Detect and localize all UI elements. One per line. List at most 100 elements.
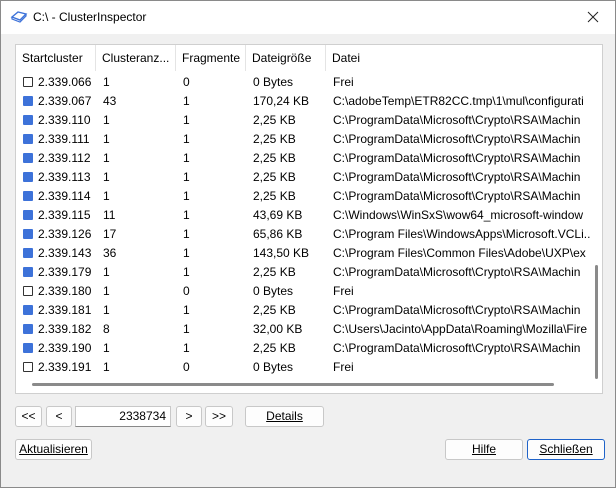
- clusteranzahl-cell: 8: [103, 322, 110, 336]
- next-button[interactable]: >: [176, 406, 202, 427]
- column-header-clusteranzahl[interactable]: Clusteranz...: [96, 45, 176, 71]
- column-header-fragmente[interactable]: Fragmente: [176, 45, 246, 71]
- row-checkbox[interactable]: [23, 96, 33, 106]
- table-row[interactable]: 2.339.182 8 1 32,00 KB C:\Users\Jacinto\AppD…: [16, 320, 602, 339]
- dateigroesse-cell: 65,86 KB: [253, 227, 303, 241]
- dateigroesse-cell: 2,25 KB: [253, 189, 296, 203]
- table-row[interactable]: 2.339.067 43 1 170,24 KB C:\adobeTemp\ETR82C…: [16, 92, 602, 111]
- previous-button[interactable]: <: [46, 406, 72, 427]
- table-row[interactable]: 2.339.114 1 1 2,25 KB C:\ProgramData\Microso…: [16, 187, 602, 206]
- row-checkbox[interactable]: [23, 172, 33, 182]
- startcluster-cell: 2.339.110: [38, 113, 91, 127]
- help-button[interactable]: Hilfe: [445, 439, 523, 460]
- row-checkbox[interactable]: [23, 248, 33, 258]
- close-button[interactable]: Schließen: [527, 439, 605, 460]
- fragmente-cell: 1: [183, 170, 190, 184]
- close-label: Schließen: [539, 442, 593, 456]
- clusteranzahl-cell: 43: [103, 94, 117, 108]
- row-checkbox[interactable]: [23, 191, 33, 201]
- startcluster-cell: 2.339.112: [38, 151, 91, 165]
- table-row[interactable]: 2.339.112 1 1 2,25 KB C:\ProgramData\Microso…: [16, 149, 602, 168]
- dateigroesse-cell: 43,69 KB: [253, 208, 303, 222]
- fragmente-cell: 1: [183, 265, 190, 279]
- datei-cell: C:\ProgramData\Microsoft\Crypto\RSA\Mach…: [333, 113, 581, 127]
- table-row[interactable]: 2.339.113 1 1 2,25 KB C:\ProgramData\Microso…: [16, 168, 602, 187]
- row-checkbox[interactable]: [23, 115, 33, 125]
- table-row[interactable]: 2.339.181 1 1 2,25 KB C:\ProgramData\Microso…: [16, 301, 602, 320]
- fragmente-cell: 1: [183, 151, 190, 165]
- dateigroesse-cell: 2,25 KB: [253, 170, 296, 184]
- details-button[interactable]: Details: [245, 406, 324, 427]
- row-checkbox[interactable]: [23, 362, 33, 372]
- table-row[interactable]: 2.339.110 1 1 2,25 KB C:\ProgramData\Microso…: [16, 111, 602, 130]
- table-row[interactable]: 2.339.115 11 1 43,69 KB C:\Windows\WinSxS\wo…: [16, 206, 602, 225]
- datei-cell: C:\Program Files\WindowsApps\Microsoft.V…: [333, 227, 591, 241]
- table-row[interactable]: 2.339.191 1 0 0 Bytes Frei: [16, 358, 602, 377]
- dateigroesse-cell: 0 Bytes: [253, 284, 294, 298]
- dateigroesse-cell: 2,25 KB: [253, 303, 296, 317]
- table-row[interactable]: 2.339.143 36 1 143,50 KB C:\Program Files\Co…: [16, 244, 602, 263]
- row-checkbox[interactable]: [23, 77, 33, 87]
- clusteranzahl-cell: 1: [103, 341, 110, 355]
- row-checkbox[interactable]: [23, 267, 33, 277]
- table-row[interactable]: 2.339.180 1 0 0 Bytes Frei: [16, 282, 602, 301]
- startcluster-cell: 2.339.113: [38, 170, 91, 184]
- startcluster-cell: 2.339.182: [38, 322, 92, 336]
- row-checkbox[interactable]: [23, 210, 33, 220]
- cluster-number-field[interactable]: 2338734: [75, 406, 171, 427]
- fragmente-cell: 1: [183, 189, 190, 203]
- datei-cell: C:\Users\Jacinto\AppData\Roaming\Mozilla…: [333, 322, 588, 336]
- datei-cell: C:\ProgramData\Microsoft\Crypto\RSA\Mach…: [333, 132, 581, 146]
- startcluster-cell: 2.339.191: [38, 360, 92, 374]
- datei-cell: Frei: [333, 360, 354, 374]
- fragmente-cell: 1: [183, 341, 190, 355]
- row-checkbox[interactable]: [23, 324, 33, 334]
- row-checkbox[interactable]: [23, 153, 33, 163]
- startcluster-cell: 2.339.111: [38, 132, 90, 146]
- row-checkbox[interactable]: [23, 229, 33, 239]
- fragmente-cell: 0: [183, 360, 190, 374]
- cluster-list[interactable]: Startcluster Clusteranz... Fragmente Dat…: [15, 44, 603, 394]
- horizontal-scrollbar[interactable]: [32, 383, 554, 386]
- dateigroesse-cell: 2,25 KB: [253, 132, 296, 146]
- clusteranzahl-cell: 1: [103, 170, 110, 184]
- disk-outline-icon: [10, 10, 28, 24]
- table-row[interactable]: 2.339.111 1 1 2,25 KB C:\ProgramData\Microso…: [16, 130, 602, 149]
- title-bar: C:\ - ClusterInspector: [1, 1, 615, 34]
- datei-cell: C:\ProgramData\Microsoft\Crypto\RSA\Mach…: [333, 170, 581, 184]
- first-page-button[interactable]: <<: [15, 406, 42, 427]
- row-checkbox[interactable]: [23, 134, 33, 144]
- clusteranzahl-cell: 1: [103, 360, 110, 374]
- fragmente-cell: 1: [183, 94, 190, 108]
- dateigroesse-cell: 0 Bytes: [253, 75, 294, 89]
- close-icon[interactable]: [579, 5, 607, 29]
- row-checkbox[interactable]: [23, 286, 33, 296]
- table-row[interactable]: 2.339.190 1 1 2,25 KB C:\ProgramData\Microso…: [16, 339, 602, 358]
- table-row[interactable]: 2.339.066 1 0 0 Bytes Frei: [16, 73, 602, 92]
- table-row[interactable]: 2.339.126 17 1 65,86 KB C:\Program Files\Win…: [16, 225, 602, 244]
- table-row[interactable]: 2.339.179 1 1 2,25 KB C:\ProgramData\Microso…: [16, 263, 602, 282]
- datei-cell: C:\adobeTemp\ETR82CC.tmp\1\mul\configura…: [333, 94, 584, 108]
- clusteranzahl-cell: 36: [103, 246, 117, 260]
- clusteranzahl-cell: 1: [103, 284, 110, 298]
- column-header-datei[interactable]: Datei: [326, 45, 602, 71]
- startcluster-cell: 2.339.126: [38, 227, 92, 241]
- column-header-dateigroesse[interactable]: Dateigröße: [246, 45, 326, 71]
- startcluster-cell: 2.339.190: [38, 341, 92, 355]
- refresh-button[interactable]: Aktualisieren: [15, 439, 92, 460]
- datei-cell: C:\Windows\WinSxS\wow64_microsoft-window: [333, 208, 584, 222]
- row-checkbox[interactable]: [23, 305, 33, 315]
- startcluster-cell: 2.339.115: [38, 208, 91, 222]
- datei-cell: C:\Program Files\Common Files\Adobe\UXP\…: [333, 246, 586, 260]
- clusteranzahl-cell: 1: [103, 189, 110, 203]
- vertical-scrollbar[interactable]: [595, 265, 598, 379]
- clusteranzahl-cell: 1: [103, 132, 110, 146]
- clusteranzahl-cell: 17: [103, 227, 117, 241]
- startcluster-cell: 2.339.066: [38, 75, 92, 89]
- clusteranzahl-cell: 1: [103, 265, 110, 279]
- row-checkbox[interactable]: [23, 343, 33, 353]
- column-header-startcluster[interactable]: Startcluster: [16, 45, 96, 71]
- last-page-button[interactable]: >>: [205, 406, 233, 427]
- clusteranzahl-cell: 1: [103, 75, 110, 89]
- startcluster-cell: 2.339.067: [38, 94, 92, 108]
